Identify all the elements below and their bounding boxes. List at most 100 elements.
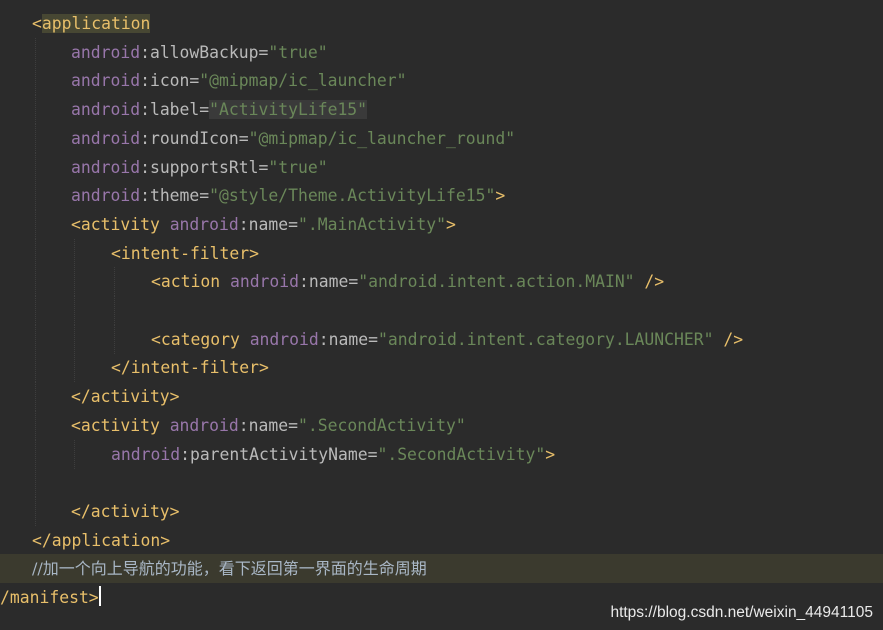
code-line[interactable]: android:label="ActivityLife15" [0,95,883,125]
code-token: > [495,186,506,206]
code-editor[interactable]: <application android:allowBackup="true" an… [0,0,883,630]
indent-guide [35,209,36,239]
code-token: android [169,214,239,234]
code-line-content: </activity> [71,497,180,526]
code-line[interactable]: </activity> [0,496,883,526]
code-token: //加一个向上导航的功能，看下返回第一界面的生命周期 [32,559,427,579]
code-line[interactable]: <activity android:name=".SecondActivity" [0,410,883,440]
indent-guide [74,238,75,268]
code-line[interactable]: android:icon="@mipmap/ic_launcher" [0,66,883,96]
code-token: <intent-filter> [111,243,260,263]
code-line-content: </application> [32,526,170,555]
text-caret [98,586,101,606]
code-line-content: <action android:name="android.intent.act… [151,267,664,296]
code-line[interactable]: android:theme="@style/Theme.ActivityLife… [0,181,883,211]
code-token: :supportsRtl= [140,157,269,177]
code-line[interactable]: android:supportsRtl="true" [0,152,883,182]
code-line-content: <intent-filter> [111,239,259,268]
indent-guide [74,296,75,325]
code-line[interactable]: <activity android:name=".MainActivity"> [0,209,883,239]
code-token: :name= [238,214,298,234]
code-line-content: <application [32,9,151,38]
indent-guide [35,152,36,182]
indent-guide [35,296,36,325]
code-line-content: <activity android:name=".MainActivity"> [71,210,456,239]
code-token: ".SecondActivity" [297,415,466,435]
code-token: </application> [32,530,171,550]
code-token: /> [713,329,744,349]
code-token: :name= [299,272,359,292]
code-line[interactable] [0,296,883,325]
code-token: "true" [268,42,328,62]
code-token: :theme= [140,186,210,206]
code-token: application [41,14,151,33]
code-token: android [169,415,239,435]
code-token: android [71,42,141,62]
code-line[interactable]: android:allowBackup="true" [0,37,883,67]
code-token: :icon= [140,71,200,91]
code-token: :name= [318,329,378,349]
code-token: android [71,157,141,177]
code-line[interactable]: <action android:name="android.intent.act… [0,267,883,297]
code-token: "ActivityLife15" [209,100,368,120]
code-line-content: android:label="ActivityLife15" [71,95,368,124]
indent-guide [35,123,36,153]
code-token: android [71,100,141,120]
indent-guide [35,496,36,526]
code-line[interactable]: android:parentActivityName=".SecondActiv… [0,439,883,469]
code-token: android [249,329,319,349]
code-line-content: <category android:name="android.intent.c… [151,325,743,354]
code-line[interactable]: </activity> [0,382,883,412]
indent-guide [74,324,75,354]
code-token: > [446,214,456,234]
watermark-text: https://blog.csdn.net/weixin_44941105 [610,604,873,621]
indent-guide [35,181,36,211]
code-token: :label= [140,100,210,120]
code-line[interactable]: <application [0,9,883,38]
code-token: android [229,272,300,292]
indent-guide [35,468,36,498]
code-line[interactable]: </application> [0,526,883,555]
code-token: > [545,444,556,464]
indent-guide [35,37,36,67]
code-token: :roundIcon= [140,128,249,148]
code-token: /> [634,272,665,292]
indent-guide [35,410,36,440]
code-line-content: android:roundIcon="@mipmap/ic_launcher_r… [71,124,515,153]
code-token: <activity [71,415,170,435]
code-token: < [32,14,42,33]
code-line[interactable]: <category android:name="android.intent.c… [0,324,883,354]
code-token: android [71,128,141,148]
code-line-content: android:theme="@style/Theme.ActivityLife… [71,181,505,210]
code-token: "android.intent.action.MAIN" [358,272,635,292]
code-line-content: </intent-filter> [111,353,269,382]
indent-guide [74,439,75,469]
code-token: :parentActivityName= [180,444,378,464]
code-line[interactable]: //加一个向上导航的功能，看下返回第一界面的生命周期 [0,554,883,584]
indent-guide [35,324,36,354]
code-line-content: android:icon="@mipmap/ic_launcher" [71,66,407,95]
indent-guide [74,267,75,297]
code-line-content: <activity android:name=".SecondActivity" [71,411,466,440]
code-token: </activity> [71,501,180,521]
code-token: "true" [268,157,328,177]
code-line[interactable] [0,468,883,498]
code-token: :allowBackup= [140,42,269,62]
code-line[interactable]: android:roundIcon="@mipmap/ic_launcher_r… [0,123,883,153]
code-line-content: android:supportsRtl="true" [71,153,328,182]
code-token: ".MainActivity" [297,214,447,234]
code-token: android [71,71,141,91]
indent-guide [114,296,115,325]
code-token: "@style/Theme.ActivityLife15" [209,186,496,206]
indent-guide [35,66,36,96]
indent-guide [114,267,115,297]
code-line[interactable]: </intent-filter> [0,353,883,383]
code-token: android [71,186,141,206]
code-token: <category [151,329,250,349]
indent-guide [35,267,36,297]
code-token: </intent-filter> [111,358,269,378]
indent-guide [35,95,36,125]
indent-guide [114,324,115,354]
code-token: <action [151,272,230,292]
code-line[interactable]: <intent-filter> [0,238,883,268]
